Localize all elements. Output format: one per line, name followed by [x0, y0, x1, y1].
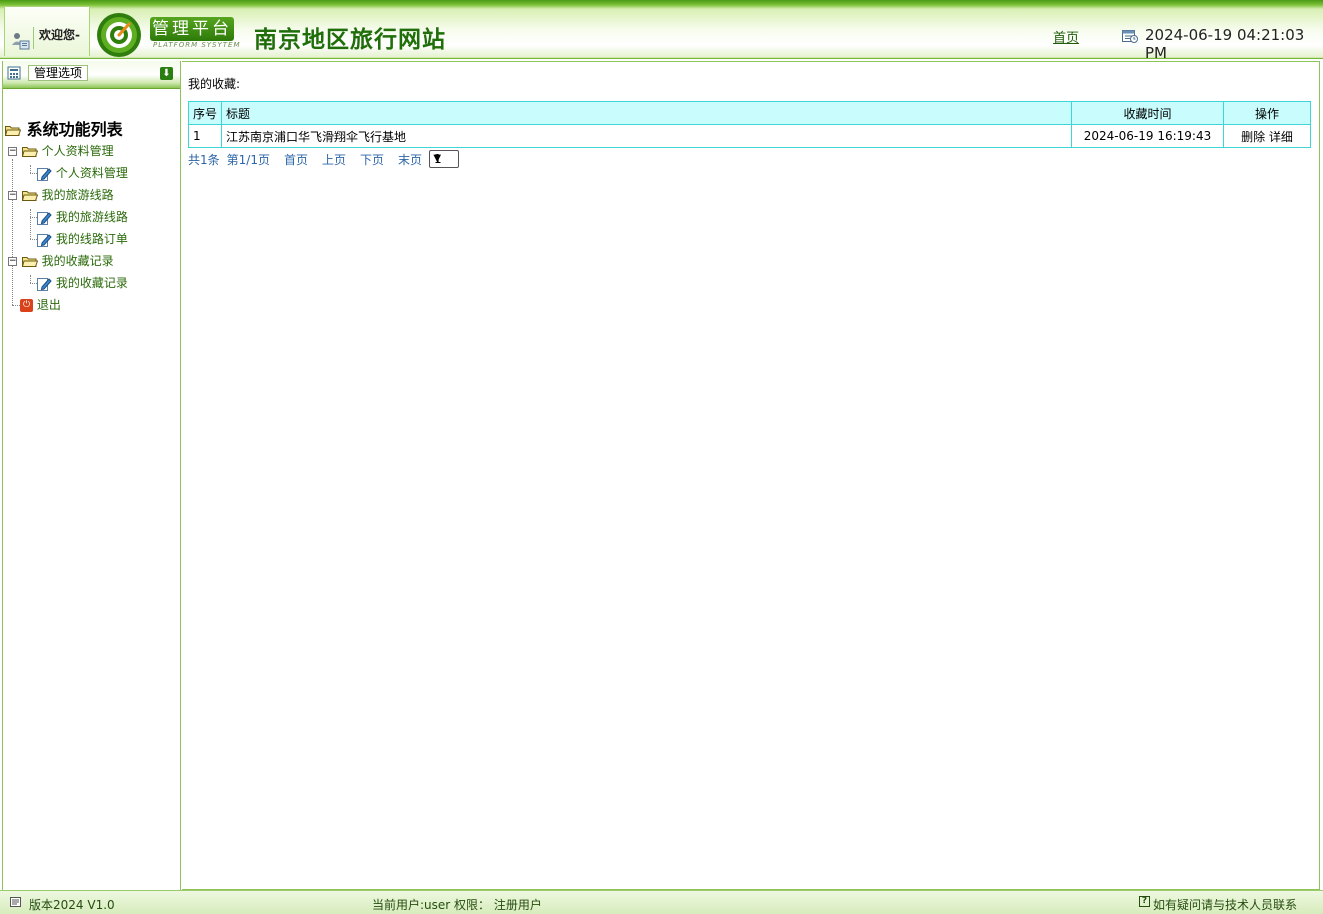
pager-first[interactable]: 首页	[284, 151, 308, 168]
pager-total: 共1条	[188, 152, 220, 167]
folder-open-icon	[5, 126, 21, 136]
collapse-minus-icon[interactable]: −	[8, 257, 17, 266]
sidebar-item-route-orders[interactable]: 我的线路订单	[36, 230, 128, 248]
welcome-separator	[33, 27, 34, 49]
edit-page-icon	[37, 277, 52, 291]
user-icon	[12, 33, 30, 50]
column-header-time: 收藏时间	[1071, 101, 1224, 125]
pagination: 共1条 第1/1页 首页 上页 下页 末页 1 ▼	[188, 149, 460, 169]
help-text: 如有疑问请与技术人员联系	[1153, 898, 1298, 912]
sidebar: 管理选项 ⬇ 系统功能列表 − 个人资料管理 个人资料管理 − 我的旅游线路 我…	[2, 61, 181, 890]
sidebar-item-label: 退出	[36, 298, 61, 312]
top-header: 欢迎您- 管理平台 PLATFORM SYSYTEM 南京地区旅行网站 首页 2…	[0, 0, 1323, 62]
edit-page-icon	[37, 233, 52, 247]
logo-icon	[97, 13, 141, 57]
sidebar-group-label: 我的旅游线路	[41, 188, 114, 202]
current-datetime: 2024-06-19 04:21:03 PM	[1145, 26, 1305, 62]
section-title: 我的收藏:	[188, 77, 241, 91]
power-icon: ⏻	[20, 299, 33, 312]
pager-next[interactable]: 下页	[360, 151, 384, 168]
collapse-arrow-icon[interactable]: ⬇	[160, 67, 173, 80]
welcome-text: 欢迎您-	[39, 28, 80, 42]
document-icon	[10, 897, 21, 907]
sidebar-item-label: 我的线路订单	[55, 232, 128, 246]
column-header-no: 序号	[188, 101, 222, 125]
page-select[interactable]: 1 ▼	[429, 150, 460, 168]
tree-root: 系统功能列表	[5, 119, 123, 141]
table-row: 1 江苏南京浦口华飞滑翔伞飞行基地 2024-06-19 16:19:43 删除…	[188, 124, 1311, 148]
sidebar-item-label: 个人资料管理	[55, 166, 128, 180]
pager-last[interactable]: 末页	[398, 151, 422, 168]
delete-link[interactable]: 删除	[1241, 130, 1265, 144]
cell-title: 江苏南京浦口华飞滑翔伞飞行基地	[221, 124, 1072, 148]
sidebar-group-label: 我的收藏记录	[41, 254, 114, 268]
main-content: 我的收藏: 序号 标题 收藏时间 操作 1 江苏南京浦口华飞滑翔伞飞行基地 20…	[182, 61, 1320, 890]
cell-no: 1	[188, 124, 222, 148]
home-link[interactable]: 首页	[1053, 27, 1079, 46]
sidebar-group-routes[interactable]: − 我的旅游线路	[8, 186, 114, 204]
calendar-clock-icon	[1122, 30, 1138, 43]
cell-time: 2024-06-19 16:19:43	[1071, 124, 1224, 148]
tree-root-label: 系统功能列表	[26, 120, 123, 139]
chevron-down-icon: ▼	[433, 153, 442, 164]
sidebar-group-label: 个人资料管理	[41, 144, 114, 158]
edit-page-icon	[37, 167, 52, 181]
pager-prev[interactable]: 上页	[322, 151, 346, 168]
folder-open-icon	[21, 147, 38, 157]
sidebar-item-my-routes[interactable]: 我的旅游线路	[36, 208, 128, 226]
sidebar-item-my-favorites[interactable]: 我的收藏记录	[36, 274, 128, 292]
detail-link[interactable]: 详细	[1269, 130, 1293, 144]
platform-subtitle: PLATFORM SYSYTEM	[153, 41, 241, 49]
current-user-text: 当前用户:user 权限： 注册用户	[372, 898, 542, 912]
sidebar-header: 管理选项 ⬇	[3, 61, 180, 89]
help-icon: ?	[1139, 896, 1150, 907]
column-header-title: 标题	[221, 101, 1072, 125]
sidebar-item-exit[interactable]: ⏻ 退出	[20, 296, 61, 314]
sidebar-item-label: 我的旅游线路	[55, 210, 128, 224]
footer: 版本2024 V1.0 当前用户:user 权限： 注册用户 ? 如有疑问请与技…	[0, 890, 1323, 914]
platform-badge: 管理平台	[150, 17, 234, 41]
sidebar-header-label: 管理选项	[28, 65, 89, 81]
folder-open-icon	[21, 191, 38, 201]
site-title: 南京地区旅行网站	[254, 26, 446, 53]
sidebar-group-profile[interactable]: − 个人资料管理	[8, 142, 114, 160]
favorites-table: 序号 标题 收藏时间 操作 1 江苏南京浦口华飞滑翔伞飞行基地 2024-06-…	[188, 101, 1311, 148]
pager-page-info: 第1/1页	[226, 152, 270, 167]
column-header-actions: 操作	[1223, 101, 1311, 125]
edit-page-icon	[37, 211, 52, 225]
cell-actions: 删除 详细	[1223, 124, 1311, 148]
table-header-row: 序号 标题 收藏时间 操作	[188, 101, 1311, 125]
welcome-box: 欢迎您-	[4, 6, 90, 56]
sidebar-item-profile[interactable]: 个人资料管理	[36, 164, 128, 182]
collapse-minus-icon[interactable]: −	[8, 191, 17, 200]
version-text: 版本2024 V1.0	[29, 898, 115, 912]
collapse-minus-icon[interactable]: −	[8, 147, 17, 156]
calculator-icon	[7, 66, 21, 80]
sidebar-item-label: 我的收藏记录	[55, 276, 128, 290]
sidebar-group-favorites[interactable]: − 我的收藏记录	[8, 252, 114, 270]
folder-open-icon	[21, 257, 38, 267]
